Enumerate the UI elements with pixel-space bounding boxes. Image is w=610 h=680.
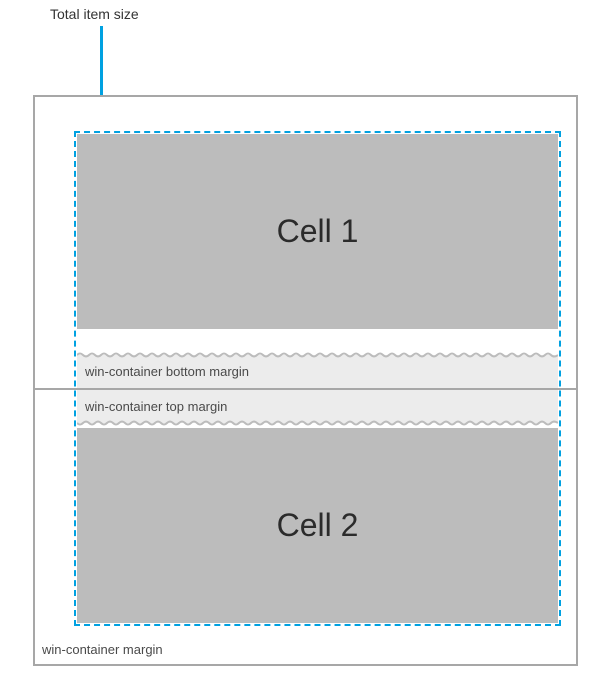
cell-1-label: Cell 1 <box>277 213 359 250</box>
bottom-margin-label: win-container bottom margin <box>85 364 249 379</box>
container-split-line <box>33 388 578 390</box>
outer-container-caption: win-container margin <box>42 642 163 657</box>
cell-2-label: Cell 2 <box>277 507 359 544</box>
callout-label: Total item size <box>50 6 139 22</box>
bottom-margin-strip: win-container bottom margin <box>77 355 558 388</box>
cell-2: Cell 2 <box>77 428 558 623</box>
top-margin-label: win-container top margin <box>85 399 227 414</box>
cell-1: Cell 1 <box>77 134 558 329</box>
diagram-canvas: Total item size Cell 1 win-container bot… <box>0 0 610 680</box>
top-margin-strip: win-container top margin <box>77 390 558 423</box>
